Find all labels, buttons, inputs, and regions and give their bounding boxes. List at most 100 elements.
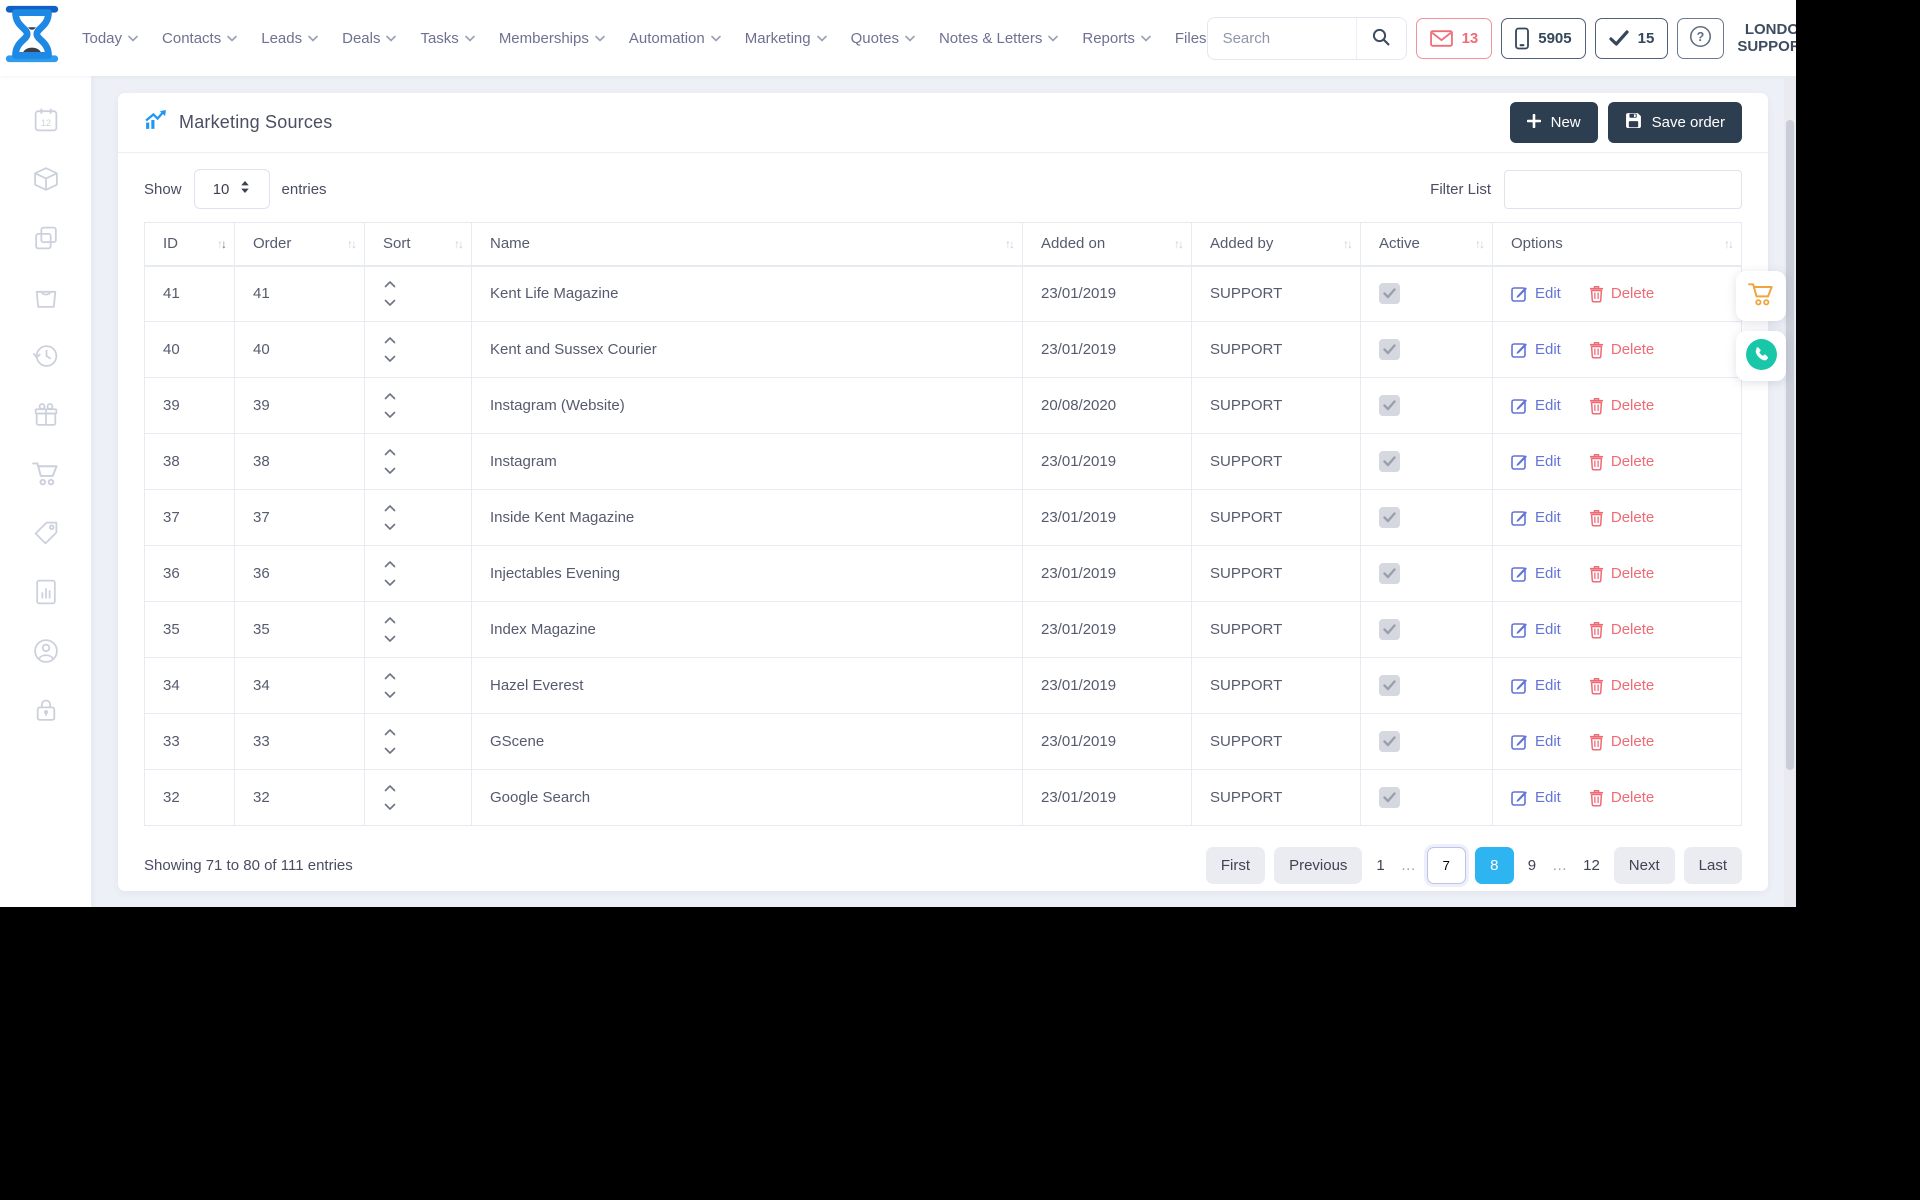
sidebar-item-lock[interactable] <box>32 696 60 724</box>
nav-item-marketing[interactable]: Marketing <box>745 30 827 47</box>
column-header-order[interactable]: Order ↑ ↓ <box>234 222 365 267</box>
move-down-button[interactable] <box>383 691 397 699</box>
move-down-button[interactable] <box>383 299 397 307</box>
move-down-button[interactable] <box>383 579 397 587</box>
column-header-added-on[interactable]: Added on ↑ ↓ <box>1022 222 1192 267</box>
sidebar-item-bag[interactable] <box>32 283 60 311</box>
delete-link[interactable]: Delete <box>1589 789 1654 807</box>
active-checkbox[interactable] <box>1379 451 1400 472</box>
active-checkbox[interactable] <box>1379 563 1400 584</box>
edit-link[interactable]: Edit <box>1511 397 1561 414</box>
page-button-previous[interactable]: Previous <box>1274 847 1363 884</box>
page-button-9[interactable]: 9 <box>1523 857 1541 874</box>
edit-link[interactable]: Edit <box>1511 453 1561 470</box>
move-up-button[interactable] <box>383 504 397 512</box>
active-checkbox[interactable] <box>1379 339 1400 360</box>
active-checkbox[interactable] <box>1379 283 1400 305</box>
nav-item-notes-letters[interactable]: Notes & Letters <box>939 30 1059 47</box>
column-header-id[interactable]: ID ↑ ↓ <box>144 222 235 267</box>
column-header-added-by[interactable]: Added by ↑ ↓ <box>1191 222 1361 267</box>
move-down-button[interactable] <box>383 355 397 363</box>
page-button-last[interactable]: Last <box>1683 847 1742 884</box>
move-up-button[interactable] <box>383 672 397 680</box>
move-down-button[interactable] <box>383 411 397 419</box>
scrollbar-track[interactable] <box>1784 76 1796 907</box>
delete-link[interactable]: Delete <box>1589 453 1654 471</box>
delete-link[interactable]: Delete <box>1589 733 1654 751</box>
page-button-next[interactable]: Next <box>1613 847 1675 884</box>
search-button[interactable] <box>1355 17 1406 59</box>
sidebar-item-calendar[interactable]: 12 <box>32 106 60 134</box>
page-length-select[interactable]: 10 <box>193 169 270 209</box>
column-header-active[interactable]: Active ↑ ↓ <box>1360 222 1493 267</box>
edit-link[interactable]: Edit <box>1511 733 1561 750</box>
move-up-button[interactable] <box>383 336 397 344</box>
sidebar-item-tag[interactable] <box>32 519 60 547</box>
help-button[interactable]: ? <box>1677 17 1725 59</box>
delete-link[interactable]: Delete <box>1589 621 1654 639</box>
app-logo[interactable] <box>0 0 64 76</box>
page-button-8[interactable]: 8 <box>1474 847 1514 884</box>
sidebar-item-account[interactable] <box>32 637 60 665</box>
messages-badge[interactable]: 13 <box>1415 17 1493 59</box>
move-down-button[interactable] <box>383 803 397 811</box>
nav-item-memberships[interactable]: Memberships <box>499 30 605 47</box>
new-button[interactable]: New <box>1509 102 1598 143</box>
active-checkbox[interactable] <box>1379 507 1400 528</box>
nav-item-contacts[interactable]: Contacts <box>162 30 238 47</box>
save-order-button[interactable]: Save order <box>1607 102 1742 143</box>
nav-item-tasks[interactable]: Tasks <box>420 30 475 47</box>
sidebar-item-history[interactable] <box>32 342 60 370</box>
search-input[interactable] <box>1207 29 1356 47</box>
nav-item-leads[interactable]: Leads <box>261 30 318 47</box>
page-button-1[interactable]: 1 <box>1371 857 1389 874</box>
nav-item-deals[interactable]: Deals <box>342 30 397 47</box>
sidebar-item-report[interactable] <box>32 578 60 606</box>
nav-item-automation[interactable]: Automation <box>629 30 721 47</box>
delete-link[interactable]: Delete <box>1589 565 1654 583</box>
cart-widget-button[interactable] <box>1736 271 1786 321</box>
active-checkbox[interactable] <box>1379 395 1400 416</box>
delete-link[interactable]: Delete <box>1589 397 1654 415</box>
filter-input[interactable] <box>1504 169 1742 209</box>
sidebar-item-copy[interactable] <box>32 224 60 252</box>
edit-link[interactable]: Edit <box>1511 509 1561 526</box>
edit-link[interactable]: Edit <box>1511 565 1561 582</box>
move-up-button[interactable] <box>383 728 397 736</box>
active-checkbox[interactable] <box>1379 675 1400 696</box>
edit-link[interactable]: Edit <box>1511 341 1561 358</box>
nav-item-today[interactable]: Today <box>82 30 138 47</box>
delete-link[interactable]: Delete <box>1589 285 1654 303</box>
active-checkbox[interactable] <box>1379 787 1400 808</box>
edit-link[interactable]: Edit <box>1511 285 1561 302</box>
active-checkbox[interactable] <box>1379 619 1400 640</box>
edit-link[interactable]: Edit <box>1511 789 1561 806</box>
page-button-7[interactable]: 7 <box>1426 847 1466 884</box>
sidebar-item-package[interactable] <box>32 165 60 193</box>
column-header-name[interactable]: Name ↑ ↓ <box>471 222 1023 267</box>
column-header-options[interactable]: Options ↑ ↓ <box>1492 222 1742 267</box>
edit-link[interactable]: Edit <box>1511 621 1561 638</box>
move-down-button[interactable] <box>383 467 397 475</box>
column-header-sort[interactable]: Sort ↑ ↓ <box>364 222 472 267</box>
nav-item-reports[interactable]: Reports <box>1082 30 1151 47</box>
calls-badge[interactable]: 5905 <box>1501 17 1586 59</box>
scrollbar-thumb[interactable] <box>1786 120 1794 770</box>
move-up-button[interactable] <box>383 280 397 288</box>
move-up-button[interactable] <box>383 448 397 456</box>
nav-item-quotes[interactable]: Quotes <box>851 30 915 47</box>
move-down-button[interactable] <box>383 747 397 755</box>
edit-link[interactable]: Edit <box>1511 677 1561 694</box>
move-down-button[interactable] <box>383 635 397 643</box>
phone-widget-button[interactable] <box>1736 331 1786 381</box>
move-up-button[interactable] <box>383 392 397 400</box>
move-up-button[interactable] <box>383 784 397 792</box>
delete-link[interactable]: Delete <box>1589 677 1654 695</box>
nav-item-files[interactable]: Files <box>1175 30 1207 47</box>
tasks-badge[interactable]: 15 <box>1594 17 1669 59</box>
delete-link[interactable]: Delete <box>1589 341 1654 359</box>
delete-link[interactable]: Delete <box>1589 509 1654 527</box>
move-up-button[interactable] <box>383 560 397 568</box>
move-down-button[interactable] <box>383 523 397 531</box>
sidebar-item-gift[interactable] <box>32 401 60 429</box>
